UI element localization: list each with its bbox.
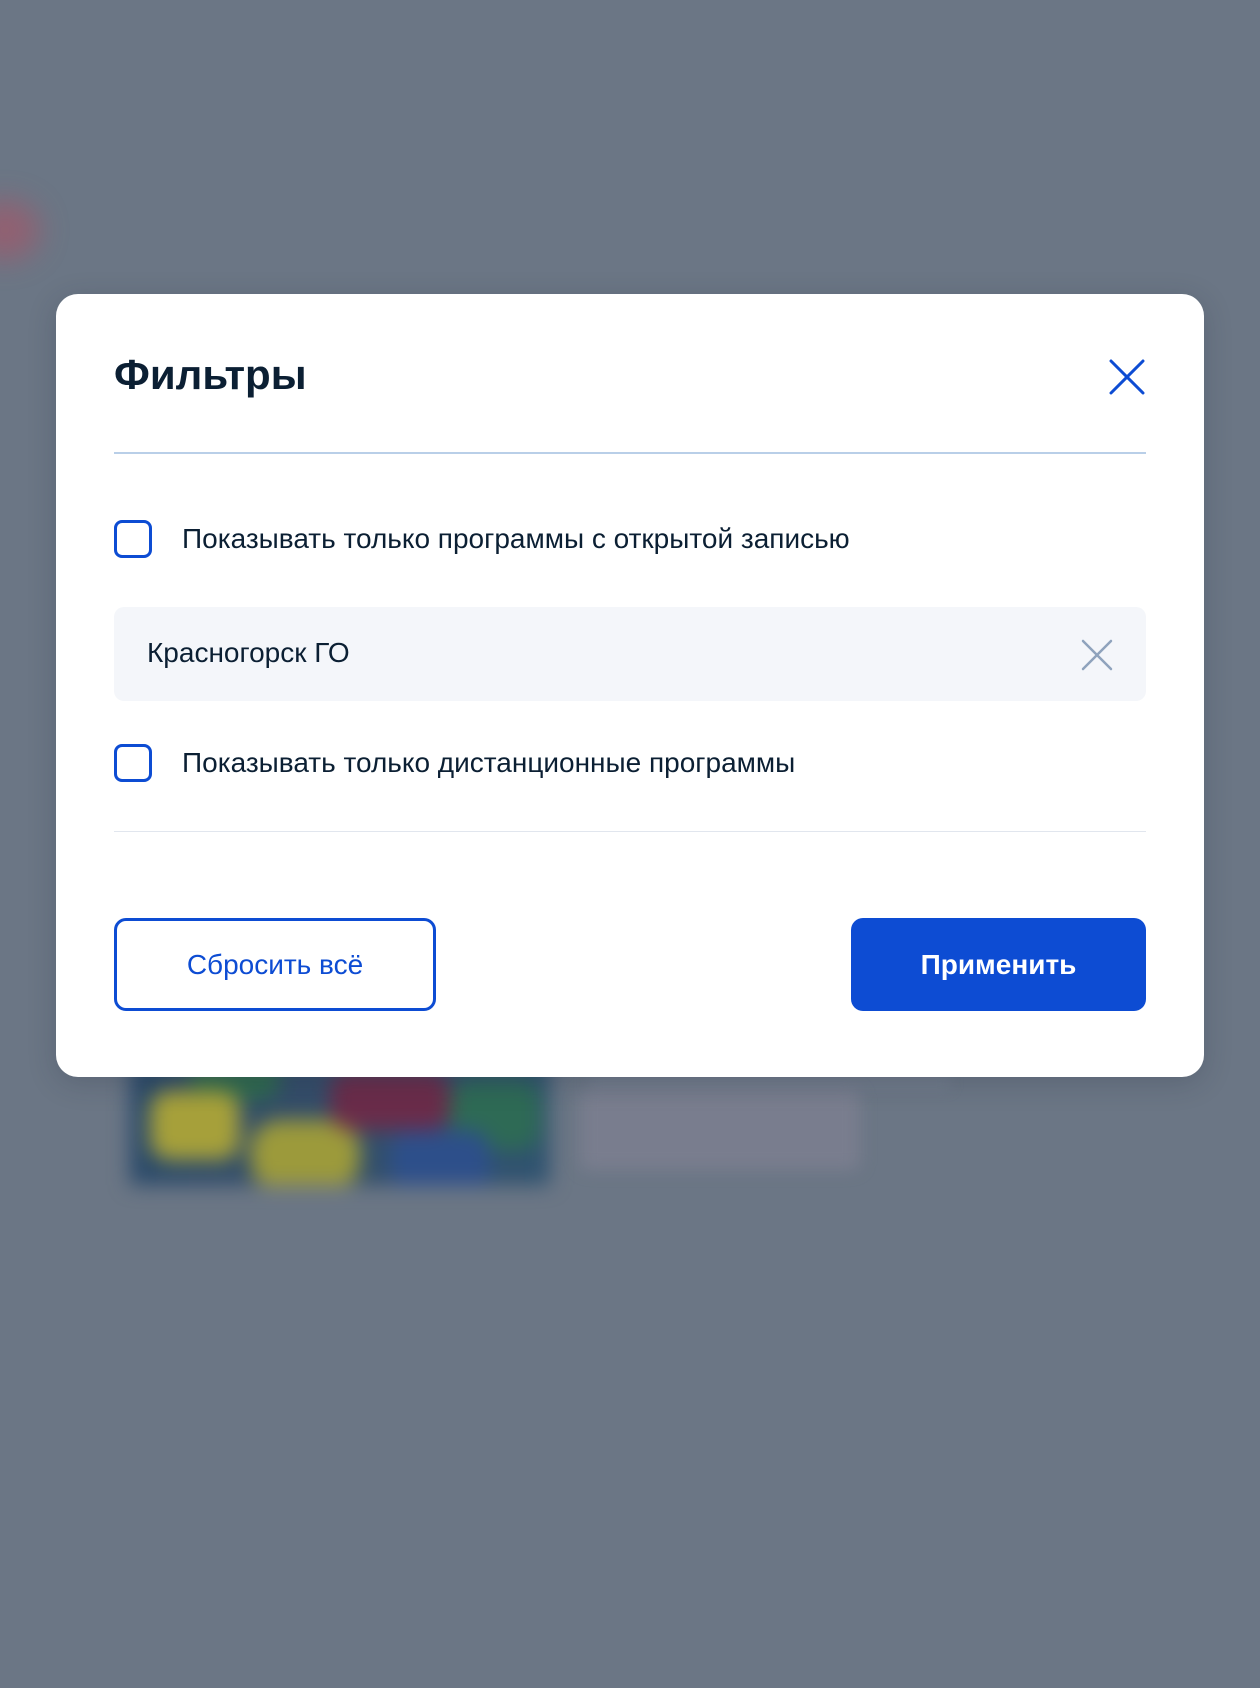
apply-button[interactable]: Применить [851,918,1146,1011]
background-blurred-button [580,1090,860,1170]
remote-only-checkbox[interactable] [114,744,152,782]
remote-only-filter[interactable]: Показывать только дистанционные программ… [114,744,795,782]
clear-icon [1081,639,1113,671]
remote-only-label: Показывать только дистанционные программ… [182,747,796,778]
background-blurred-element [0,200,40,260]
open-enrollment-filter[interactable]: Показывать только программы с открытой з… [114,520,850,558]
footer-divider [114,831,1146,832]
header-divider [114,452,1146,454]
close-icon [1109,359,1145,395]
modal-title: Фильтры [114,351,307,398]
background-blurred-text [590,1075,950,1089]
location-value: Красногорск ГО [147,637,350,668]
location-clear-button[interactable] [1080,638,1114,672]
background-blurred-image [130,1060,550,1185]
filters-modal: Фильтры Показывать только программы с от… [56,294,1204,1077]
reset-all-button[interactable]: Сбросить всё [114,918,436,1011]
open-enrollment-checkbox[interactable] [114,520,152,558]
close-button[interactable] [1108,358,1146,396]
location-select[interactable]: Красногорск ГО [114,607,1146,701]
open-enrollment-label: Показывать только программы с открытой з… [182,523,850,554]
